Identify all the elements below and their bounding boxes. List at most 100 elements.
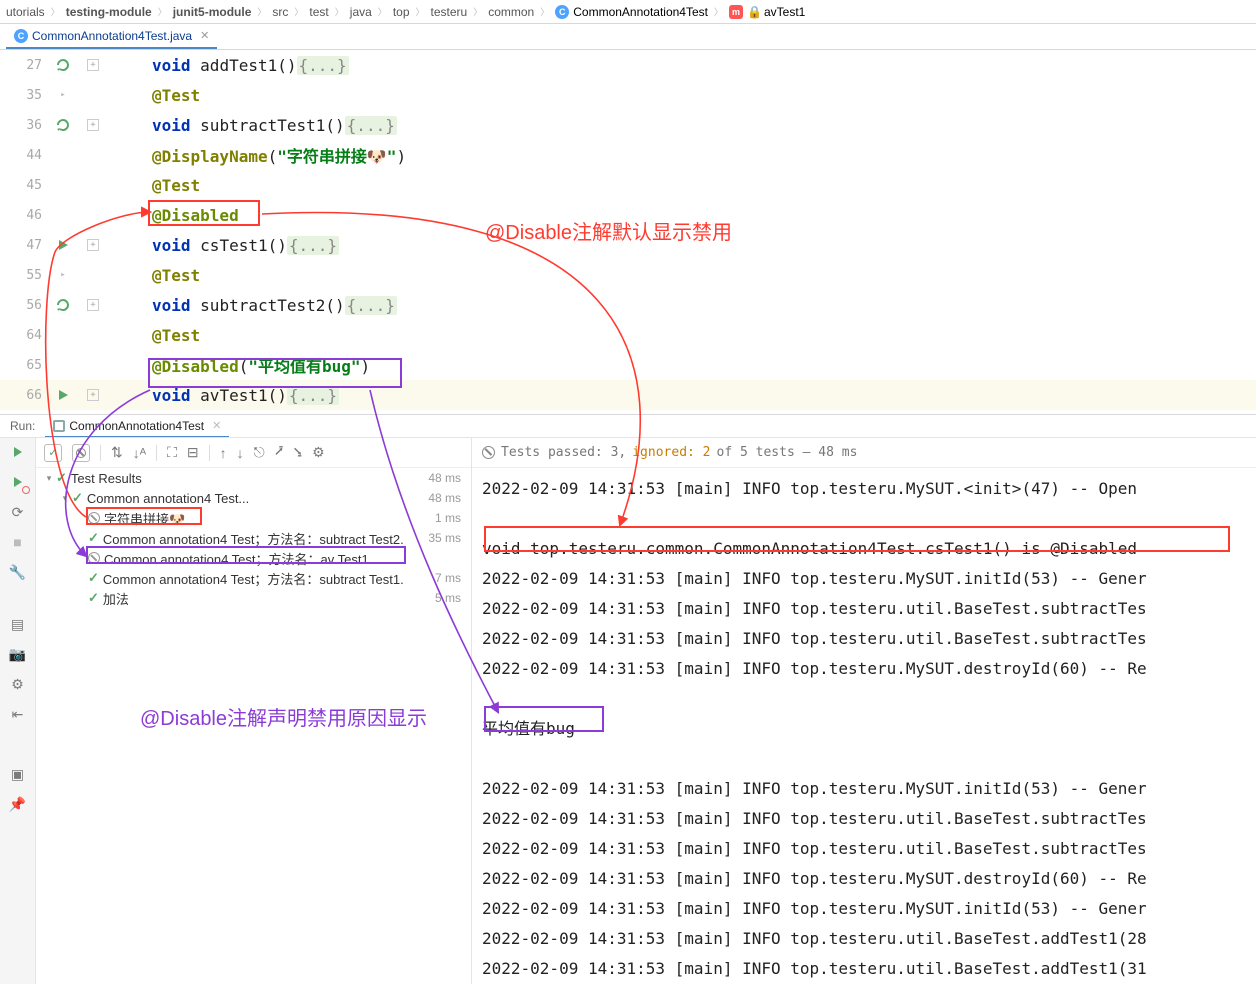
run-test-cycle-icon[interactable] <box>48 57 78 73</box>
exit-icon[interactable]: ⇤ <box>8 704 28 724</box>
close-icon[interactable]: ✕ <box>212 419 221 432</box>
fold-toggle[interactable]: + <box>78 119 108 131</box>
tree-test-item[interactable]: Common annotation4 Test；方法名：av Test1. <box>36 548 471 568</box>
run-test-icon[interactable] <box>48 238 78 252</box>
pass-icon: ✓ <box>56 470 67 486</box>
run-panel: ⟳ ■ 🔧 ▤ 📷 ⚙ ⇤ ▣ 📌 ✓ ⇅ ↓ᴬ ⛶ ⊟ ↑ ↓ ⎋ ⭷ ⭸ ⚙ <box>0 438 1256 984</box>
layout-icon[interactable]: ▤ <box>8 614 28 634</box>
code-text: @Disabled("平均值有bug") <box>108 353 1256 377</box>
chevron-right-icon: 〉 <box>540 5 549 18</box>
code-line[interactable]: 35▸@Test <box>0 80 1256 110</box>
code-line[interactable]: 44@DisplayName("字符串拼接🐶") <box>0 140 1256 170</box>
code-line[interactable]: 47+void csTest1(){...} <box>0 230 1256 260</box>
chevron-down-icon[interactable]: ▾ <box>42 473 56 484</box>
show-ignored-button[interactable] <box>72 444 90 462</box>
breadcrumb-item[interactable]: java <box>350 5 372 19</box>
tree-test-item[interactable]: ✓Common annotation4 Test；方法名：subtract Te… <box>36 528 471 548</box>
export-icon[interactable]: ⎋ <box>254 444 265 461</box>
console-line: 2022-02-09 14:31:53 [main] INFO top.test… <box>482 474 1246 504</box>
tree-test-item[interactable]: ✓Common annotation4 Test；方法名：subtract Te… <box>36 568 471 588</box>
wrench-icon[interactable]: 🔧 <box>8 562 28 582</box>
code-line[interactable]: 65@Disabled("平均值有bug") <box>0 350 1256 380</box>
breadcrumb-class[interactable]: CommonAnnotation4Test <box>573 5 708 19</box>
run-config-icon <box>53 420 65 432</box>
run-test-icon[interactable] <box>48 388 78 402</box>
gear-icon[interactable]: ⚙ <box>8 674 28 694</box>
fold-toggle[interactable]: + <box>78 389 108 401</box>
code-editor[interactable]: 27+void addTest1(){...}35▸@Test36+void s… <box>0 50 1256 414</box>
code-line[interactable]: 55▸@Test <box>0 260 1256 290</box>
close-icon[interactable]: ✕ <box>200 29 209 42</box>
editor-tab-bar: C CommonAnnotation4Test.java ✕ <box>0 24 1256 50</box>
test-tree-panel: ✓ ⇅ ↓ᴬ ⛶ ⊟ ↑ ↓ ⎋ ⭷ ⭸ ⚙ ▾✓Test Results48 … <box>36 438 472 984</box>
collapse-icon[interactable]: ⊟ <box>187 444 199 461</box>
console-line: 2022-02-09 14:31:53 [main] INFO top.test… <box>482 894 1246 924</box>
console-line: 2022-02-09 14:31:53 [main] INFO top.test… <box>482 564 1246 594</box>
console-line <box>482 504 1246 534</box>
gutter-chevron-icon[interactable]: ▸ <box>48 90 78 100</box>
breadcrumb-item[interactable]: utorials <box>6 5 45 19</box>
pass-icon: ✓ <box>72 490 83 506</box>
tree-item-time: 48 ms <box>428 471 471 485</box>
console-line: void top.testeru.common.CommonAnnotation… <box>482 534 1246 564</box>
breadcrumb-item[interactable]: junit5-module <box>173 5 252 19</box>
code-text: void csTest1(){...} <box>108 236 1256 255</box>
code-line[interactable]: 36+void subtractTest1(){...} <box>0 110 1256 140</box>
more-icon[interactable]: ▣ <box>8 764 28 784</box>
toggle-auto-button[interactable]: ⟳ <box>8 502 28 522</box>
code-line[interactable]: 27+void addTest1(){...} <box>0 50 1256 80</box>
code-text: void subtractTest2(){...} <box>108 296 1256 315</box>
chevron-down-icon[interactable]: ▾ <box>58 493 72 504</box>
run-config-tab[interactable]: CommonAnnotation4Test ✕ <box>45 415 229 437</box>
code-line[interactable]: 66+void avTest1(){...} <box>0 380 1256 410</box>
console-output[interactable]: 2022-02-09 14:31:53 [main] INFO top.test… <box>472 468 1256 984</box>
chevron-right-icon: 〉 <box>158 5 167 18</box>
run-test-cycle-icon[interactable] <box>48 117 78 133</box>
breadcrumb-item[interactable]: testeru <box>431 5 468 19</box>
breadcrumb-item[interactable]: test <box>309 5 328 19</box>
run-test-cycle-icon[interactable] <box>48 297 78 313</box>
tree-item-time: 7 ms <box>435 571 471 585</box>
ignored-icon <box>88 512 100 524</box>
tree-root[interactable]: ▾✓Test Results48 ms <box>36 468 471 488</box>
gutter-chevron-icon[interactable]: ▸ <box>48 270 78 280</box>
console-line <box>482 684 1246 714</box>
show-passed-button[interactable]: ✓ <box>44 444 62 462</box>
editor-tab[interactable]: C CommonAnnotation4Test.java ✕ <box>6 24 217 49</box>
class-icon: C <box>555 5 569 19</box>
camera-icon[interactable]: 📷 <box>8 644 28 664</box>
fold-toggle[interactable]: + <box>78 59 108 71</box>
import-icon[interactable]: ⭷ <box>275 441 284 465</box>
chevron-right-icon: 〉 <box>473 5 482 18</box>
code-text: @Test <box>108 266 1256 285</box>
expand-icon[interactable]: ⛶ <box>167 444 177 461</box>
tree-test-item[interactable]: ✓加法5 ms <box>36 588 471 608</box>
code-line[interactable]: 56+void subtractTest2(){...} <box>0 290 1256 320</box>
breadcrumb-method[interactable]: avTest1 <box>764 5 805 19</box>
line-number: 64 <box>0 328 48 343</box>
tree-suite[interactable]: ▾✓Common annotation4 Test...48 ms <box>36 488 471 508</box>
test-tree[interactable]: ▾✓Test Results48 ms▾✓Common annotation4 … <box>36 468 471 984</box>
pin-icon[interactable]: 📌 <box>8 794 28 814</box>
prev-icon[interactable]: ↑ <box>220 445 227 461</box>
open-icon[interactable]: ⭸ <box>293 441 302 465</box>
breadcrumb-item[interactable]: common <box>488 5 534 19</box>
console-line: 平均值有bug <box>482 714 1246 744</box>
fold-toggle[interactable]: + <box>78 299 108 311</box>
test-console: Tests passed: 3, ignored: 2 of 5 tests –… <box>472 438 1256 984</box>
rerun-failed-button[interactable] <box>8 472 28 492</box>
rerun-button[interactable] <box>8 442 28 462</box>
code-line[interactable]: 64@Test <box>0 320 1256 350</box>
code-line[interactable]: 45@Test <box>0 170 1256 200</box>
next-icon[interactable]: ↓ <box>237 445 244 461</box>
code-line[interactable]: 46@Disabled <box>0 200 1256 230</box>
gear-icon[interactable]: ⚙ <box>312 444 325 461</box>
tree-test-item[interactable]: 字符串拼接🐶1 ms <box>36 508 471 528</box>
sort-alpha-icon[interactable]: ↓ᴬ <box>133 445 146 461</box>
fold-toggle[interactable]: + <box>78 239 108 251</box>
stop-button[interactable]: ■ <box>8 532 28 552</box>
sort-icon[interactable]: ⇅ <box>111 444 123 461</box>
breadcrumb-item[interactable]: top <box>393 5 410 19</box>
breadcrumb-item[interactable]: testing-module <box>66 5 152 19</box>
breadcrumb-item[interactable]: src <box>272 5 288 19</box>
